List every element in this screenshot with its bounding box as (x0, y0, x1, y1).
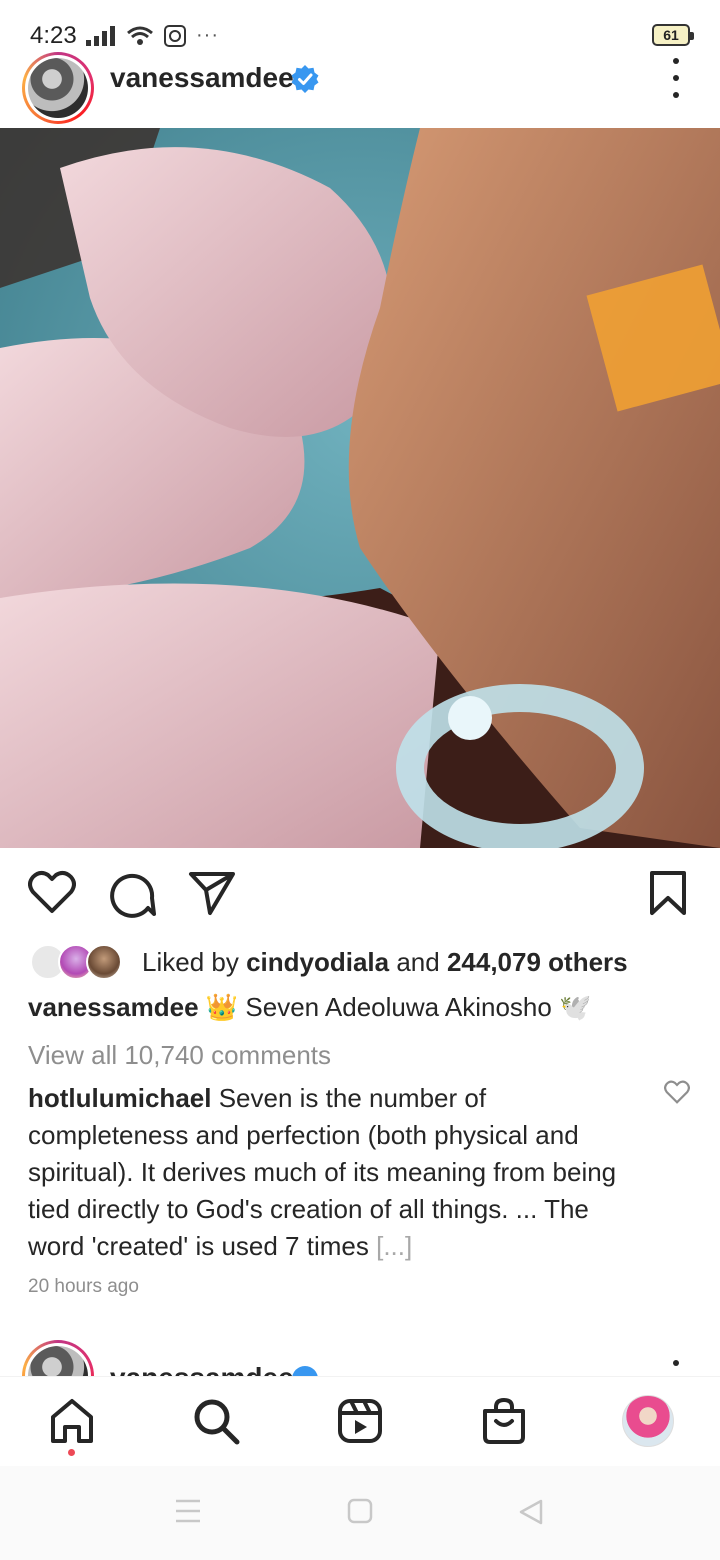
liker-avatar (86, 944, 122, 980)
menu-icon[interactable] (174, 1498, 202, 1524)
next-post-options-icon[interactable] (666, 1360, 686, 1376)
back-icon[interactable] (518, 1498, 544, 1526)
post-options-icon[interactable] (666, 58, 686, 98)
dove-emoji: 🕊️ (559, 992, 592, 1022)
crown-emoji: 👑 (205, 992, 239, 1022)
featured-comment: hotlulumichael Seven is the number of co… (28, 1080, 648, 1265)
verified-badge-icon (292, 1366, 318, 1376)
nav-profile[interactable] (622, 1395, 674, 1447)
bottom-navigation (0, 1376, 720, 1466)
system-navigation-bar (0, 1466, 720, 1560)
view-all-comments-link[interactable]: View all 10,740 comments (28, 1040, 331, 1071)
nav-reels[interactable] (334, 1395, 386, 1447)
bookmark-icon[interactable] (648, 870, 688, 916)
notification-dot (68, 1449, 75, 1456)
comment-like-icon[interactable] (664, 1080, 690, 1104)
search-icon (194, 1399, 240, 1445)
next-post-username[interactable]: vanessamdee (110, 1362, 294, 1376)
post-action-bar (0, 860, 720, 930)
next-post-header: vanessamdee (0, 1340, 720, 1376)
comment-username[interactable]: hotlulumichael (28, 1083, 211, 1113)
liker-username[interactable]: cindyodiala (246, 947, 389, 977)
post-caption: vanessamdee 👑 Seven Adeoluwa Akinosho 🕊️ (28, 992, 591, 1023)
post-photo[interactable] (0, 128, 720, 848)
nav-shop[interactable] (478, 1395, 530, 1447)
nav-search[interactable] (190, 1395, 242, 1447)
post-image (0, 128, 720, 848)
shop-bag-icon (483, 1397, 525, 1444)
comment-bubble-icon[interactable] (108, 870, 156, 918)
post-header: vanessamdee (0, 40, 720, 128)
next-post-avatar[interactable] (22, 1340, 94, 1376)
caption-username[interactable]: vanessamdee (28, 992, 199, 1022)
profile-avatar (622, 1395, 674, 1447)
home-button-icon[interactable] (347, 1498, 373, 1524)
heart-icon[interactable] (28, 870, 76, 914)
likes-count[interactable]: 244,079 others (447, 947, 628, 977)
likes-row[interactable]: Liked by cindyodiala and 244,079 others (30, 940, 628, 984)
caption-text: Seven Adeoluwa Akinosho (238, 992, 560, 1022)
paper-plane-icon[interactable] (188, 870, 236, 916)
likes-text: Liked by cindyodiala and 244,079 others (142, 946, 628, 977)
comment-more-link[interactable]: [...] (376, 1231, 412, 1261)
post-timestamp: 20 hours ago (28, 1276, 139, 1297)
liker-avatars (30, 942, 130, 982)
post-author-username[interactable]: vanessamdee (110, 62, 294, 94)
post-author-avatar[interactable] (22, 52, 94, 124)
nav-home[interactable] (46, 1395, 98, 1447)
home-icon (51, 1399, 93, 1443)
reels-icon (338, 1399, 382, 1443)
verified-badge-icon (291, 65, 319, 93)
